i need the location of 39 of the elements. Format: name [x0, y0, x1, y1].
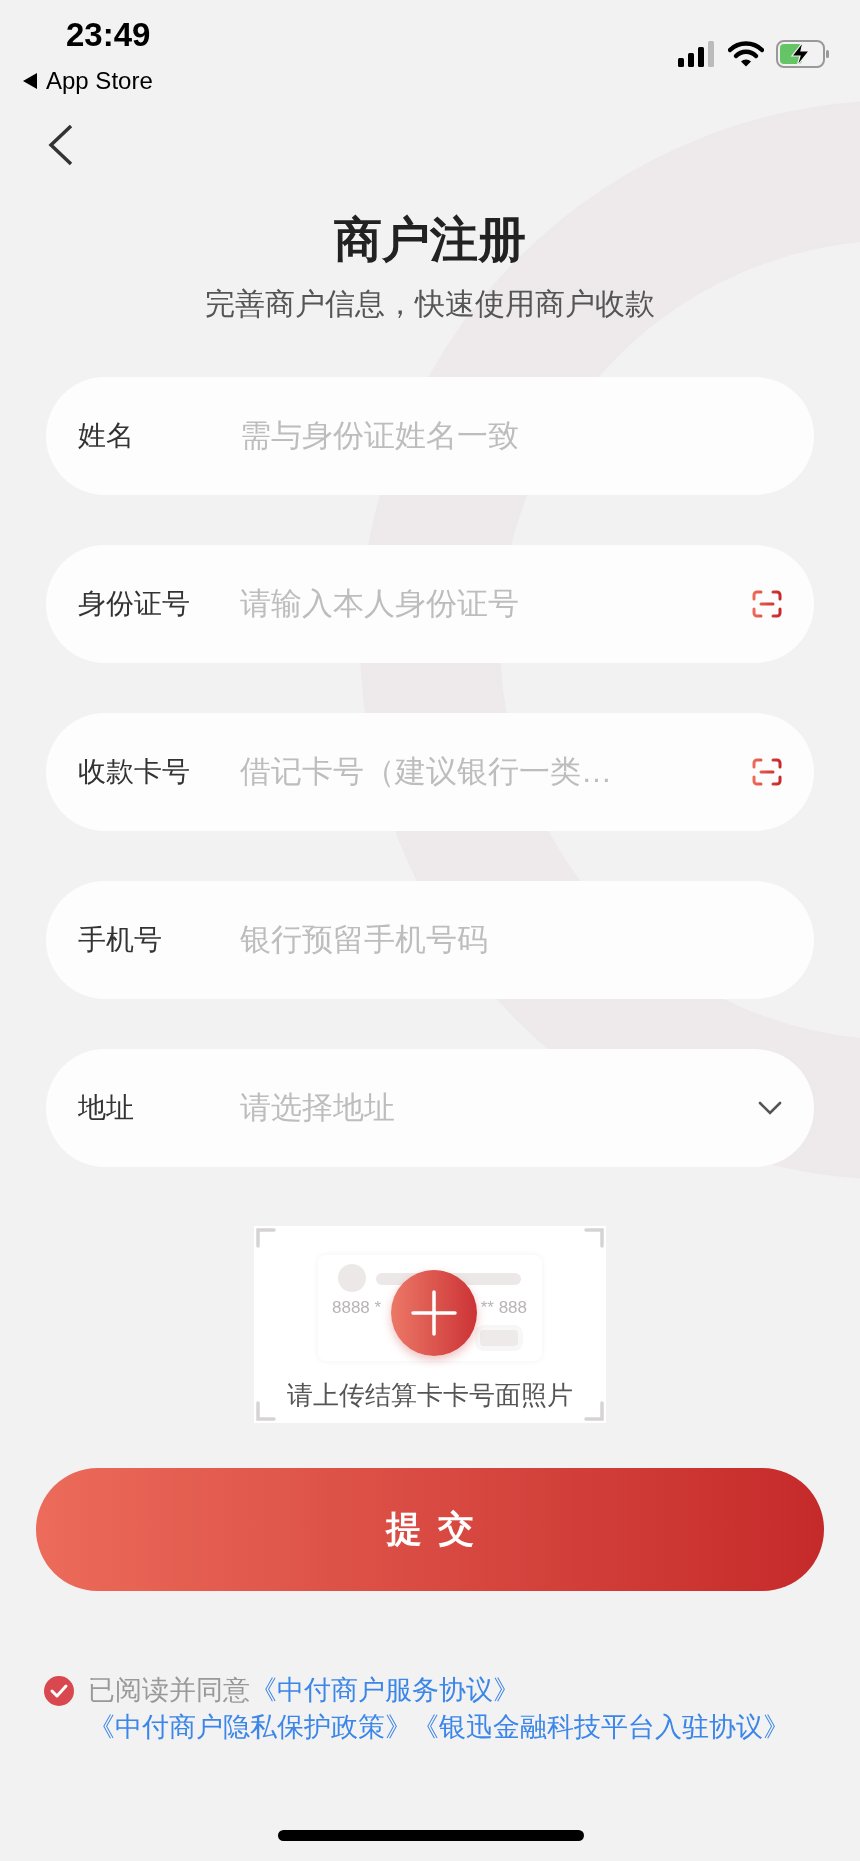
text-input[interactable]: 借记卡号（建议银行一类… — [240, 750, 742, 794]
submit-button[interactable]: 提交 — [36, 1468, 824, 1591]
input-field[interactable]: 姓名 需与身份证姓名一致 — [46, 377, 814, 495]
page-title: 商户注册 — [334, 212, 526, 268]
scan-icon[interactable] — [752, 590, 782, 618]
text-input[interactable]: 需与身份证姓名一致 — [240, 414, 782, 458]
back-triangle-icon — [22, 72, 38, 90]
input-field[interactable]: 手机号 银行预留手机号码 — [46, 881, 814, 999]
corner-bracket-icon — [256, 1228, 276, 1248]
back-to-app-link[interactable]: App Store — [46, 66, 153, 96]
field-label: 身份证号 — [78, 587, 191, 621]
plus-icon — [411, 1290, 457, 1336]
scan-icon[interactable] — [752, 758, 782, 786]
input-field[interactable]: 收款卡号 借记卡号（建议银行一类… — [46, 713, 814, 831]
corner-bracket-icon — [256, 1401, 276, 1421]
signal-icon — [678, 41, 716, 67]
field-label: 收款卡号 — [78, 755, 191, 789]
corner-bracket-icon — [584, 1228, 604, 1248]
field-label: 姓名 — [78, 419, 135, 453]
field-label: 地址 — [78, 1091, 135, 1125]
sample-number: 8888 * — [332, 1298, 382, 1318]
input-field[interactable]: 地址 请选择地址 — [46, 1049, 814, 1167]
agreement-text: 已阅读并同意《中付商户服务协议》 《中付商户隐私保护政策》《银迅金融科技平台入驻协议》 — [88, 1674, 791, 1744]
input-field[interactable]: 身份证号 请输入本人身份证号 — [46, 545, 814, 663]
sample-number: ** 888 — [480, 1298, 527, 1318]
status-time: 23:49 — [66, 16, 151, 54]
checkbox[interactable] — [44, 1676, 74, 1706]
text-input[interactable]: 请输入本人身份证号 — [240, 582, 742, 626]
page-subtitle: 完善商户信息，快速使用商户收款 — [205, 286, 655, 322]
text-input[interactable]: 银行预留手机号码 — [240, 918, 782, 962]
corner-bracket-icon — [584, 1401, 604, 1421]
chevron-down-icon[interactable] — [758, 1101, 782, 1115]
battery-charging-icon — [776, 40, 830, 68]
text-input[interactable]: 请选择地址 — [240, 1086, 748, 1130]
field-label: 手机号 — [78, 923, 163, 957]
upload-hint: 请上传结算卡卡号面照片 — [287, 1379, 573, 1412]
back-icon[interactable] — [48, 124, 74, 166]
upload-card[interactable]: 8888 * ** 888 请上传结算卡卡号面照片 — [254, 1226, 606, 1423]
wifi-icon — [728, 41, 764, 67]
